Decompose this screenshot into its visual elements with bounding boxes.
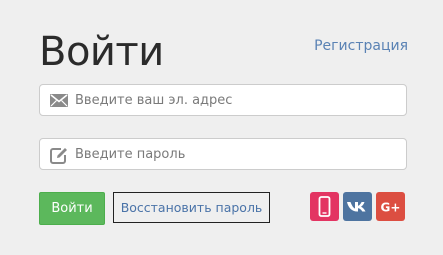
recover-password-link[interactable]: Восстановить пароль xyxy=(113,192,270,223)
google-plus-label: G+ xyxy=(381,201,401,215)
envelope-icon xyxy=(49,92,69,108)
vk-login-button[interactable] xyxy=(343,192,372,221)
google-plus-login-button[interactable]: G+ xyxy=(376,192,405,221)
email-input[interactable] xyxy=(75,85,400,115)
page-title: Войти xyxy=(39,29,164,75)
login-button[interactable]: Войти xyxy=(39,192,105,225)
edit-icon xyxy=(49,146,69,164)
password-input[interactable] xyxy=(75,139,400,169)
password-field[interactable] xyxy=(39,138,407,170)
register-link[interactable]: Регистрация xyxy=(314,37,408,55)
email-field[interactable] xyxy=(39,84,407,116)
phone-login-button[interactable] xyxy=(310,192,339,221)
